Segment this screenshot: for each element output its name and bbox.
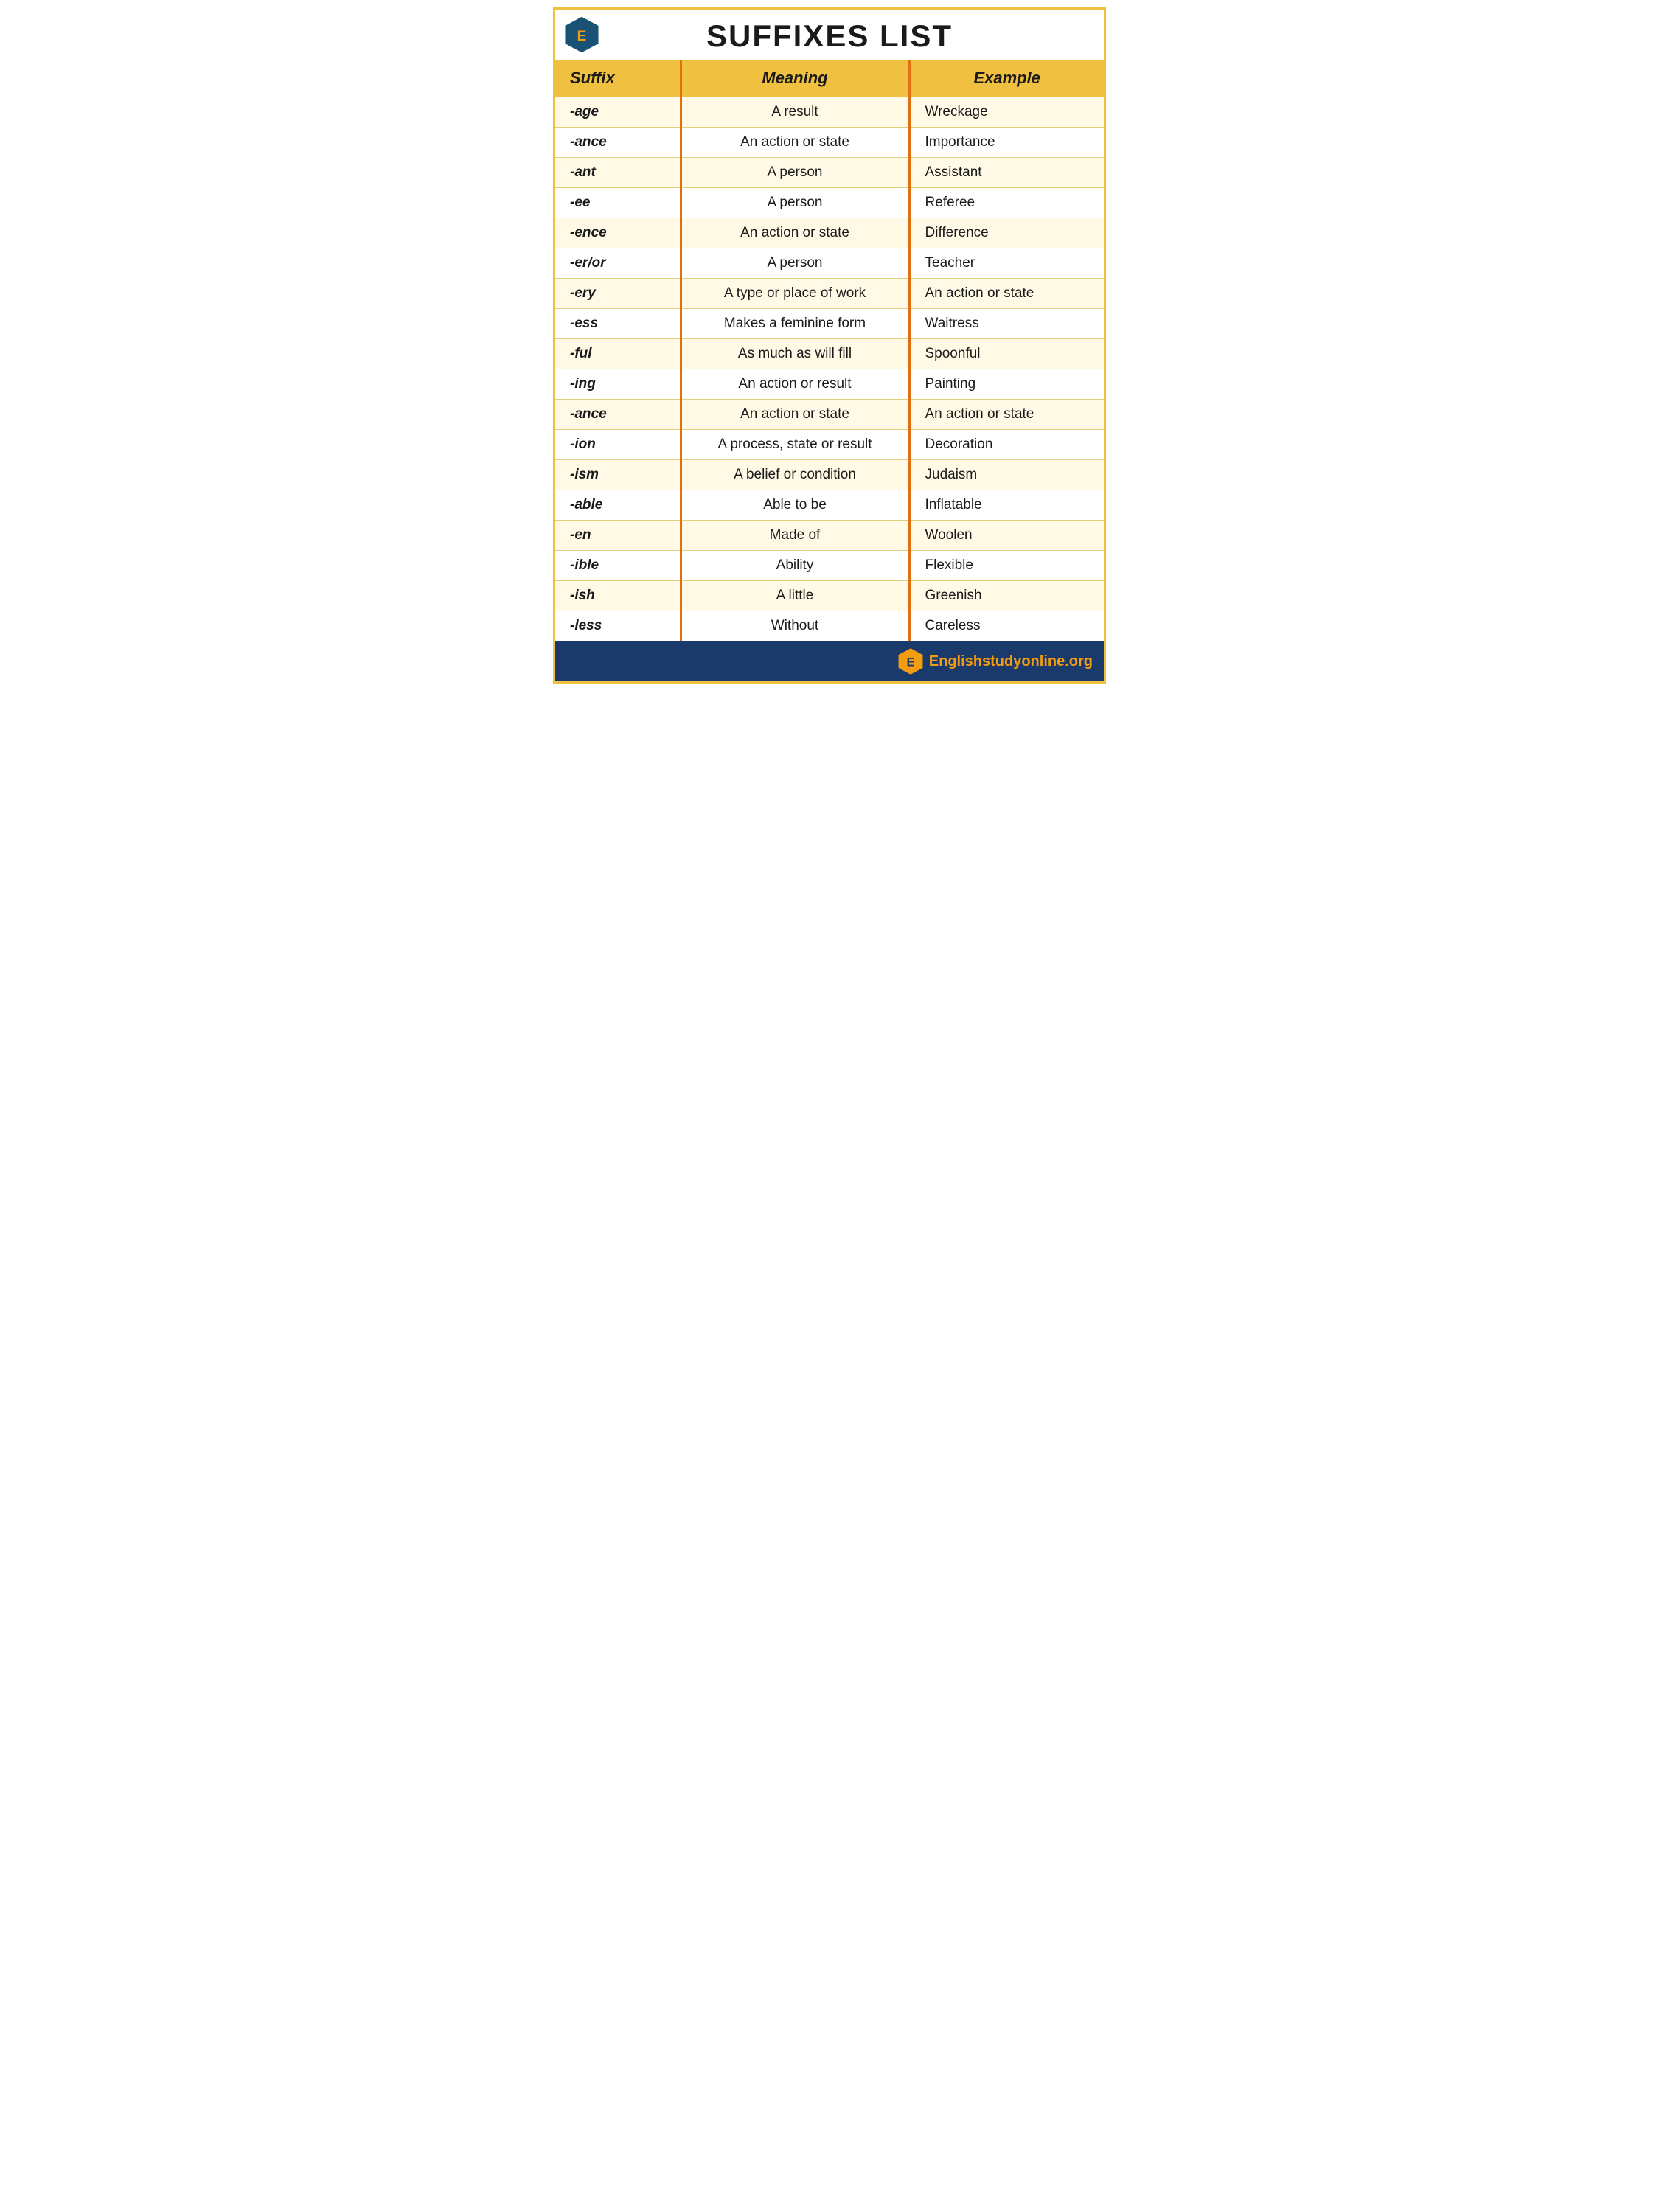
- cell-meaning: Able to be: [681, 490, 909, 521]
- cell-suffix: -ance: [555, 128, 681, 158]
- cell-example: Decoration: [909, 430, 1104, 460]
- table-row: -er/orA personTeacher: [555, 248, 1104, 279]
- cell-meaning: A person: [681, 248, 909, 279]
- cell-suffix: -ful: [555, 339, 681, 369]
- table-row: -eeA personReferee: [555, 188, 1104, 218]
- cell-example: Judaism: [909, 460, 1104, 490]
- cell-meaning: Without: [681, 611, 909, 641]
- table-row: -lessWithoutCareless: [555, 611, 1104, 641]
- cell-example: An action or state: [909, 400, 1104, 430]
- cell-meaning: A process, state or result: [681, 430, 909, 460]
- table-row: -fulAs much as will fillSpoonful: [555, 339, 1104, 369]
- header-area: E SUFFIXES LIST: [555, 10, 1104, 60]
- cell-meaning: As much as will fill: [681, 339, 909, 369]
- page-wrapper: E SUFFIXES LIST Suffix Meaning Example -…: [553, 7, 1106, 684]
- cell-suffix: -able: [555, 490, 681, 521]
- cell-meaning: A little: [681, 581, 909, 611]
- cell-example: Importance: [909, 128, 1104, 158]
- cell-example: An action or state: [909, 279, 1104, 309]
- cell-example: Assistant: [909, 158, 1104, 188]
- footer-text: Englishstudyonline.org: [929, 653, 1093, 670]
- table-row: -ionA process, state or resultDecoration: [555, 430, 1104, 460]
- table-body: -ageA resultWreckage-anceAn action or st…: [555, 97, 1104, 641]
- cell-example: Flexible: [909, 551, 1104, 581]
- cell-suffix: -less: [555, 611, 681, 641]
- cell-meaning: An action or state: [681, 218, 909, 248]
- table-row: -ibleAbilityFlexible: [555, 551, 1104, 581]
- cell-example: Greenish: [909, 581, 1104, 611]
- cell-example: Spoonful: [909, 339, 1104, 369]
- cell-example: Woolen: [909, 521, 1104, 551]
- cell-meaning: An action or state: [681, 128, 909, 158]
- table-row: -ismA belief or conditionJudaism: [555, 460, 1104, 490]
- table-row: -antA personAssistant: [555, 158, 1104, 188]
- cell-meaning: A result: [681, 97, 909, 128]
- cell-meaning: Ability: [681, 551, 909, 581]
- table-row: -anceAn action or stateAn action or stat…: [555, 400, 1104, 430]
- cell-meaning: An action or state: [681, 400, 909, 430]
- cell-example: Difference: [909, 218, 1104, 248]
- table-row: -essMakes a feminine formWaitress: [555, 309, 1104, 339]
- table-row: -anceAn action or stateImportance: [555, 128, 1104, 158]
- cell-suffix: -er/or: [555, 248, 681, 279]
- cell-meaning: A person: [681, 158, 909, 188]
- cell-example: Wreckage: [909, 97, 1104, 128]
- table-row: -enMade ofWoolen: [555, 521, 1104, 551]
- cell-meaning: Makes a feminine form: [681, 309, 909, 339]
- table-row: -ishA littleGreenish: [555, 581, 1104, 611]
- table-row: -eryA type or place of workAn action or …: [555, 279, 1104, 309]
- logo-icon: E: [563, 15, 601, 54]
- cell-suffix: -age: [555, 97, 681, 128]
- cell-suffix: -ee: [555, 188, 681, 218]
- page-title: SUFFIXES LIST: [706, 18, 953, 54]
- svg-text:E: E: [906, 656, 914, 669]
- cell-suffix: -ant: [555, 158, 681, 188]
- table-row: -enceAn action or stateDifference: [555, 218, 1104, 248]
- cell-meaning: An action or result: [681, 369, 909, 400]
- cell-meaning: Made of: [681, 521, 909, 551]
- cell-meaning: A person: [681, 188, 909, 218]
- cell-example: Inflatable: [909, 490, 1104, 521]
- cell-suffix: -ing: [555, 369, 681, 400]
- col-header-meaning: Meaning: [681, 60, 909, 97]
- cell-example: Painting: [909, 369, 1104, 400]
- footer-bar: E Englishstudyonline.org: [555, 641, 1104, 681]
- cell-suffix: -en: [555, 521, 681, 551]
- cell-suffix: -ence: [555, 218, 681, 248]
- table-row: -ingAn action or resultPainting: [555, 369, 1104, 400]
- cell-suffix: -ion: [555, 430, 681, 460]
- cell-example: Careless: [909, 611, 1104, 641]
- cell-example: Referee: [909, 188, 1104, 218]
- table-row: -ageA resultWreckage: [555, 97, 1104, 128]
- table-header: Suffix Meaning Example: [555, 60, 1104, 97]
- suffixes-table: Suffix Meaning Example -ageA resultWreck…: [555, 60, 1104, 641]
- cell-meaning: A belief or condition: [681, 460, 909, 490]
- cell-example: Waitress: [909, 309, 1104, 339]
- cell-suffix: -ible: [555, 551, 681, 581]
- cell-example: Teacher: [909, 248, 1104, 279]
- footer-domain: nglishstudyonline.org: [939, 653, 1093, 669]
- footer-letter-e: E: [929, 653, 939, 669]
- cell-meaning: A type or place of work: [681, 279, 909, 309]
- cell-suffix: -ish: [555, 581, 681, 611]
- footer-logo-icon: E: [897, 647, 925, 675]
- col-header-suffix: Suffix: [555, 60, 681, 97]
- svg-text:E: E: [577, 29, 587, 44]
- table-row: -ableAble to beInflatable: [555, 490, 1104, 521]
- cell-suffix: -ery: [555, 279, 681, 309]
- cell-suffix: -ess: [555, 309, 681, 339]
- cell-suffix: -ance: [555, 400, 681, 430]
- col-header-example: Example: [909, 60, 1104, 97]
- cell-suffix: -ism: [555, 460, 681, 490]
